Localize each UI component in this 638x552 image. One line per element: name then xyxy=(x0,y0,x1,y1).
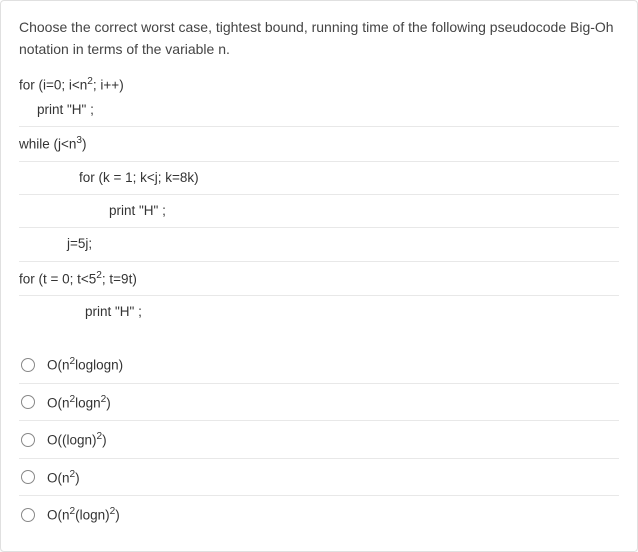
option-label: O(n2(logn)2) xyxy=(47,506,120,523)
option-row[interactable]: O((logn)2) xyxy=(19,421,619,459)
divider xyxy=(19,194,619,195)
option-row[interactable]: O(n2) xyxy=(19,459,619,497)
code-line: for (i=0; i<n2; i++) xyxy=(19,72,619,98)
radio-input[interactable] xyxy=(21,470,35,484)
radio-input[interactable] xyxy=(21,358,35,372)
code-line: print "H" ; xyxy=(19,98,619,122)
code-line: j=5j; xyxy=(19,232,619,256)
option-row[interactable]: O(n2(logn)2) xyxy=(19,496,619,533)
code-line: for (k = 1; k<j; k=8k) xyxy=(19,166,619,190)
option-row[interactable]: O(n2loglogn) xyxy=(19,346,619,384)
code-line: while (j<n3) xyxy=(19,131,619,157)
question-card: Choose the correct worst case, tightest … xyxy=(0,0,638,552)
option-label: O(n2loglogn) xyxy=(47,356,123,373)
pseudocode: for (i=0; i<n2; i++) print "H" ; while (… xyxy=(19,72,619,324)
radio-input[interactable] xyxy=(21,433,35,447)
options-list: O(n2loglogn) O(n2logn2) O((logn)2) O(n2)… xyxy=(19,346,619,533)
question-text: Choose the correct worst case, tightest … xyxy=(19,17,619,60)
code-line: print "H" ; xyxy=(19,300,619,324)
divider xyxy=(19,227,619,228)
divider xyxy=(19,295,619,296)
option-label: O(n2logn2) xyxy=(47,394,111,411)
radio-input[interactable] xyxy=(21,395,35,409)
divider xyxy=(19,261,619,262)
code-line: print "H" ; xyxy=(19,199,619,223)
divider xyxy=(19,161,619,162)
code-line: for (t = 0; t<52; t=9t) xyxy=(19,266,619,292)
radio-input[interactable] xyxy=(21,508,35,522)
option-label: O((logn)2) xyxy=(47,431,107,448)
option-label: O(n2) xyxy=(47,469,80,486)
divider xyxy=(19,126,619,127)
option-row[interactable]: O(n2logn2) xyxy=(19,384,619,422)
